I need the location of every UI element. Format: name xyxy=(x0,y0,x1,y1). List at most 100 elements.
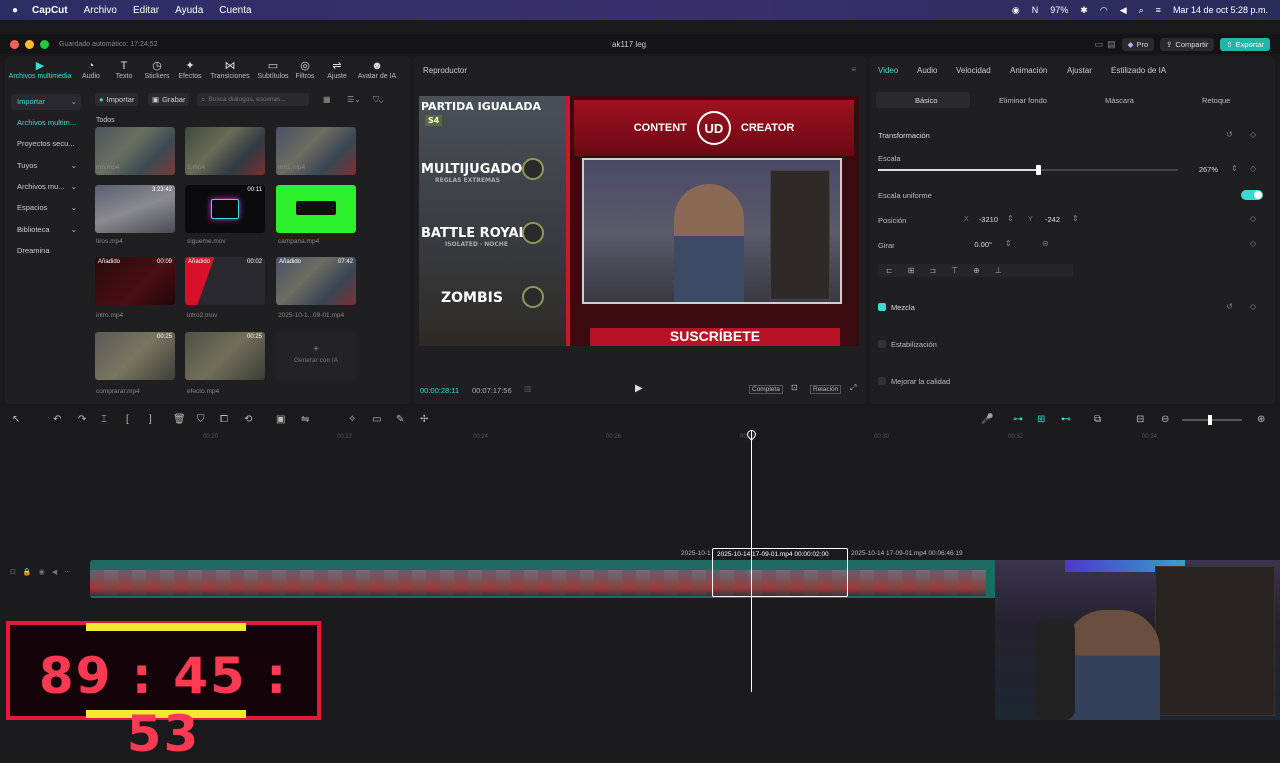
subtab-basic[interactable]: Básico xyxy=(915,96,938,105)
keyframe-icon[interactable]: ◇ xyxy=(1250,239,1256,248)
enhance-checkbox[interactable] xyxy=(878,377,886,385)
tab-ai-style[interactable]: Estilizado de IA xyxy=(1111,66,1166,75)
cover-icon[interactable]: ⊡ xyxy=(10,568,16,576)
media-thumb-intro[interactable]: Añadido 00:09 xyxy=(95,257,175,305)
maximize-window-button[interactable] xyxy=(40,39,49,49)
sidebar-item-dreamina[interactable]: Dreamina xyxy=(11,243,81,259)
battery-percent[interactable]: 97% xyxy=(1050,5,1068,15)
media-thumb-tiros[interactable]: 3:23:42 xyxy=(95,185,175,233)
spotlight-icon[interactable]: ⌕ xyxy=(1139,5,1144,16)
search-input[interactable] xyxy=(208,96,304,103)
share-button[interactable]: ⇪ Compartir xyxy=(1160,37,1215,51)
align-middle-icon[interactable]: ⊕ xyxy=(973,266,980,275)
zoom-in-icon[interactable]: ⊕ xyxy=(1257,414,1265,425)
trim-left-icon[interactable]: [ xyxy=(126,414,129,425)
align-center-icon[interactable]: ⊞ xyxy=(908,266,915,275)
scale-slider[interactable] xyxy=(878,165,1178,175)
undo-icon[interactable]: ↶ xyxy=(53,414,61,425)
control-center-icon[interactable]: ≡ xyxy=(1156,5,1161,15)
media-thumb-sigueme[interactable]: 00:11 xyxy=(185,185,265,233)
keyframe-icon[interactable]: ◇ xyxy=(1250,130,1256,139)
split-icon[interactable]: ⌶ xyxy=(101,414,107,425)
snap-icon[interactable]: ⊷ xyxy=(1061,414,1071,425)
align-left-icon[interactable]: ⊏ xyxy=(886,266,893,275)
waveform-icon[interactable]: ▥ xyxy=(524,384,532,393)
pos-y-input[interactable]: -242 xyxy=(1038,214,1060,226)
play-button[interactable]: ▶ xyxy=(635,383,643,394)
volume-icon[interactable]: ◀ xyxy=(1120,5,1127,16)
media-thumb-intro2[interactable]: Añadido 00:02 xyxy=(185,257,265,305)
tab-video[interactable]: Video xyxy=(878,66,898,75)
record-button[interactable]: ▣ Grabar xyxy=(148,93,190,106)
link-icon[interactable]: ⊶ xyxy=(1013,414,1023,425)
bluetooth-icon[interactable]: ✱ xyxy=(1080,5,1088,16)
playhead[interactable] xyxy=(745,428,758,692)
more-icon[interactable]: ⋯ xyxy=(64,568,71,576)
subtab-remove-bg[interactable]: Eliminar fondo xyxy=(999,96,1047,105)
preview-icon[interactable]: ⧉ xyxy=(1094,414,1101,425)
media-thumb-recording[interactable]: Añadido 07:42 xyxy=(276,257,356,305)
pos-x-stepper-icon[interactable]: ⇕ xyxy=(1007,214,1014,223)
player-menu-icon[interactable]: ≡ xyxy=(851,65,856,74)
keyframe-icon[interactable]: ◇ xyxy=(1250,164,1256,173)
sidebar-item-media-2[interactable]: Archivos mu... ⌄ xyxy=(11,179,81,195)
clock[interactable]: Mar 14 de oct 5:28 p.m. xyxy=(1173,5,1268,15)
align-top-icon[interactable]: ⊤ xyxy=(951,266,958,275)
scale-stepper-icon[interactable]: ⇕ xyxy=(1231,164,1238,173)
keyboard-icon[interactable]: ▤ xyxy=(1107,39,1116,50)
menu-account[interactable]: Cuenta xyxy=(219,5,251,16)
status-icon[interactable]: ◉ xyxy=(1012,5,1020,16)
complete-button[interactable]: Completa xyxy=(749,385,783,394)
tab-animation[interactable]: Animación xyxy=(1010,66,1047,75)
media-thumb-efecto[interactable]: 00:25 xyxy=(185,332,265,380)
ratio-button[interactable]: Relación xyxy=(810,385,842,394)
keyframe-icon[interactable]: ◇ xyxy=(1250,302,1256,311)
selected-clip[interactable]: 2025-10-14 17-09-01.mp4 00:00:02:00 xyxy=(712,548,848,597)
fit-icon[interactable]: ⊟ xyxy=(1136,414,1144,425)
align-bottom-icon[interactable]: ⊥ xyxy=(995,266,1002,275)
uniform-scale-toggle[interactable] xyxy=(1241,190,1263,200)
tab-adjust[interactable]: Ajustar xyxy=(1067,66,1092,75)
menu-edit[interactable]: Editar xyxy=(133,5,159,16)
menu-help[interactable]: Ayuda xyxy=(175,5,203,16)
rotate-dial-icon[interactable]: ⊝ xyxy=(1042,239,1049,248)
lock-icon[interactable]: 🔒 xyxy=(23,568,32,576)
pos-x-input[interactable]: -3210 xyxy=(974,214,998,226)
sidebar-item-yours[interactable]: Tuyos ⌄ xyxy=(11,158,81,174)
sidebar-item-media-files[interactable]: Archivos multim... xyxy=(11,115,81,131)
reset-icon[interactable]: ↺ xyxy=(1226,130,1233,139)
apple-icon[interactable]: ● xyxy=(12,5,18,16)
blend-label[interactable]: Mezcla xyxy=(891,303,915,312)
subtitle-icon[interactable]: ▭ xyxy=(372,414,381,425)
shield-icon[interactable]: ⛉ xyxy=(197,414,205,425)
tab-audio[interactable]: Audio xyxy=(917,66,937,75)
ai-icon[interactable]: ✢ xyxy=(420,414,428,425)
subtab-mask[interactable]: Máscara xyxy=(1105,96,1134,105)
tool-effects[interactable]: ✦ Efectos xyxy=(171,60,209,80)
close-window-button[interactable] xyxy=(10,39,19,49)
microphone-icon[interactable]: 🎤 xyxy=(981,414,993,425)
select-tool-icon[interactable]: ↖ xyxy=(12,414,20,425)
screenshot-icon[interactable]: ⊡ xyxy=(791,383,798,392)
zoom-out-icon[interactable]: ⊖ xyxy=(1161,414,1169,425)
sidebar-item-import[interactable]: Importar ⌄ xyxy=(11,94,81,110)
wifi-icon[interactable]: ◠ xyxy=(1100,5,1108,16)
magic-icon[interactable]: ✧ xyxy=(348,414,356,425)
menu-file[interactable]: Archivo xyxy=(84,5,117,16)
tool-adjust[interactable]: ⇌ Ajuste xyxy=(318,60,356,80)
app-menu[interactable]: CapCut xyxy=(32,5,68,16)
scale-value[interactable]: 267% xyxy=(1190,164,1218,176)
pos-y-stepper-icon[interactable]: ⇕ xyxy=(1072,214,1079,223)
sidebar-item-projects[interactable]: Proyectos secu... xyxy=(11,136,81,152)
stabilize-label[interactable]: Estabilización xyxy=(891,340,937,349)
layout-icon[interactable]: ▭ xyxy=(1095,39,1104,50)
mirror-icon[interactable]: ⇋ xyxy=(301,414,309,425)
tool-ai-avatar[interactable]: ☻ Avatar de IA xyxy=(355,60,399,80)
import-button[interactable]: ● Importar xyxy=(95,93,139,106)
freeze-icon[interactable]: ▣ xyxy=(276,414,285,425)
notion-icon[interactable]: N xyxy=(1032,5,1039,15)
scale-slider-handle[interactable] xyxy=(1036,165,1041,175)
crop-icon[interactable]: ⧠ xyxy=(220,414,228,425)
edit-icon[interactable]: ✎ xyxy=(396,414,404,425)
pro-button[interactable]: ◆ Pro xyxy=(1121,37,1155,51)
